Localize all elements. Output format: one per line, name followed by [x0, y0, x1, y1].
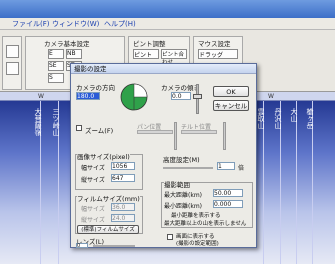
ok-button[interactable]: OK	[213, 86, 249, 97]
min-distance-input[interactable]: 0.000	[213, 200, 243, 208]
menu-window[interactable]: ウィンドウ(W)	[52, 19, 99, 29]
lens-input[interactable]: 0	[76, 243, 88, 249]
min-distance-label: 最小距離(km)	[164, 203, 203, 210]
group-label-focus: ピント調整	[133, 40, 166, 48]
ruler-tick: W	[268, 93, 274, 100]
toolbar-button-s[interactable]: S	[48, 73, 64, 83]
peak-label: 槍ヶ岳	[306, 108, 314, 129]
peak-line	[296, 101, 297, 264]
film-width-label: 幅サイズ	[81, 206, 105, 213]
toolbar-button-drag[interactable]: ドラッグ	[198, 49, 238, 59]
height-setting-label: 高度設定(M)	[163, 156, 200, 164]
tilt-slider-track[interactable]	[196, 84, 199, 114]
camera-direction-label: カメラの方向	[76, 84, 115, 92]
range-note-2: 最大距離以上の山を表示しません	[164, 221, 247, 227]
image-width-label: 幅サイズ	[81, 165, 105, 172]
image-width-input[interactable]: 1056	[111, 162, 135, 170]
height-unit-label: 倍	[238, 165, 245, 172]
pan-vertical-slider	[174, 122, 177, 150]
tilt-slider-thumb[interactable]	[193, 94, 202, 99]
camera-tilt-label: カメラの傾き	[161, 84, 200, 92]
film-width-input: 36.0	[111, 203, 135, 211]
range-note-1: 最小距離を表示する	[171, 213, 221, 219]
toolbar-button-1[interactable]	[6, 45, 19, 58]
standard-film-size-button[interactable]: (標準)フィルムサイズ	[77, 225, 139, 234]
tilt-position-slider	[181, 130, 217, 134]
display-range-label-2: (撮影の設定範囲)	[176, 241, 219, 247]
camera-tilt-input[interactable]: 0.0	[171, 92, 191, 100]
group-label-camera: カメラ基本設定	[44, 40, 90, 48]
camera-direction-input[interactable]: 180.0	[76, 92, 100, 100]
toolbar-button-nb[interactable]: NB	[66, 49, 82, 59]
toolbar-button-se[interactable]: SE	[48, 61, 64, 71]
camera-settings-dialog: 撮影の設定 カメラの方向 180.0 カメラの傾き 0.0 OK キャンセル ズ…	[70, 63, 257, 249]
cancel-button[interactable]: キャンセル	[213, 100, 249, 111]
peak-label: 大菩薩嶺	[34, 108, 42, 136]
toolbar-group-left	[2, 36, 22, 90]
dialog-title: 撮影の設定	[71, 64, 256, 74]
peak-label: 丹沢山	[274, 108, 282, 129]
group-label-mouse: マウス設定	[198, 40, 231, 48]
film-height-label: 縦サイズ	[81, 217, 105, 224]
max-distance-input[interactable]: 50.00	[213, 189, 243, 197]
film-size-label: フィルムサイズ(mm)	[77, 193, 140, 203]
image-size-label: 画像サイズ(pixel)	[77, 151, 130, 161]
zoom-checkbox[interactable]	[76, 125, 82, 131]
toolbar-button-e[interactable]: E	[48, 49, 64, 59]
peak-label: 三ツ峠山	[52, 108, 60, 136]
film-height-input: 24.0	[111, 214, 135, 222]
menu-file[interactable]: ファイル(F)	[12, 19, 50, 29]
pan-slider	[137, 130, 173, 134]
height-slider[interactable]	[163, 167, 213, 169]
toolbar-button-focus-adjust[interactable]: ピント合わせ	[161, 49, 187, 66]
toolbar-button-focus[interactable]: ピント	[133, 49, 159, 59]
height-input[interactable]: 1	[217, 162, 235, 170]
max-distance-label: 最大距離(km)	[164, 192, 203, 199]
menu-bar: ファイル(F) ウィンドウ(W) ヘルプ(H)	[0, 18, 335, 30]
zoom-checkbox-label: ズーム(F)	[85, 127, 114, 135]
lens-slider[interactable]	[93, 245, 135, 247]
toolbar-button-2[interactable]	[6, 62, 19, 75]
peak-label: 雲取山	[257, 108, 265, 129]
window-titlebar	[0, 0, 335, 18]
peak-label: 大山	[290, 108, 298, 122]
direction-compass-icon[interactable]	[119, 82, 149, 112]
image-height-label: 縦サイズ	[81, 177, 105, 184]
tilt-vertical-slider	[223, 122, 226, 150]
ruler-tick: W	[38, 93, 44, 100]
menu-help[interactable]: ヘルプ(H)	[104, 19, 136, 29]
image-height-input[interactable]: 647	[111, 174, 135, 182]
shooting-range-label: 撮影範囲	[164, 179, 190, 189]
display-range-checkbox[interactable]	[167, 234, 173, 240]
